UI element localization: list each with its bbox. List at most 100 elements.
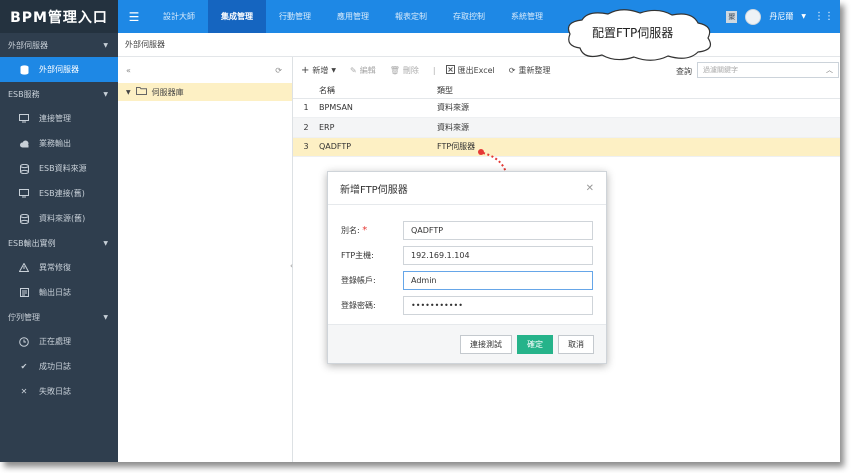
- delete-button[interactable]: 🗑 刪除: [390, 65, 419, 76]
- cell-name: QADFTP: [319, 137, 437, 157]
- avatar[interactable]: [745, 8, 762, 25]
- edit-button[interactable]: ✎ 編輯: [350, 65, 376, 76]
- table-row-selected[interactable]: 3 QADFTP FTP伺服器: [293, 137, 840, 157]
- login-password-field[interactable]: •••••••••••: [403, 296, 593, 315]
- export-button-label: 匯出Excel: [457, 65, 495, 75]
- row-number: 1: [293, 98, 319, 118]
- plus-icon: +: [301, 64, 310, 76]
- table-header-row: 名稱 類型: [293, 83, 840, 99]
- warning-icon: [18, 263, 30, 272]
- tab-system-mgmt[interactable]: 系統管理: [498, 0, 556, 33]
- cell-type: 資料來源: [437, 117, 840, 138]
- sidebar-item-processing[interactable]: 正在處理: [0, 329, 118, 354]
- tab-mobile-mgmt[interactable]: 行動管理: [266, 0, 324, 33]
- toolbar-separator: |: [432, 65, 436, 75]
- caret-down-icon[interactable]: ▼: [801, 13, 806, 20]
- sidebar-item-label: ESB資料來源: [39, 164, 87, 173]
- pencil-icon: ✎: [350, 65, 357, 75]
- user-area: 聚 丹尼爾 ▼ ⋮⋮: [726, 0, 840, 33]
- form-row-account: 登錄帳戶: Admin: [328, 268, 606, 293]
- row-number: 2: [293, 117, 319, 138]
- tree-node-root[interactable]: ▼ 伺服器庫: [118, 83, 292, 101]
- sidebar-item-output-log[interactable]: 輸出日誌: [0, 280, 118, 305]
- sidebar-group-queue[interactable]: 佇列管理 ▼: [0, 305, 118, 329]
- caret-down-icon[interactable]: ▼: [126, 89, 131, 96]
- sidebar-item-label: 連接管理: [39, 114, 71, 123]
- tab-application-mgmt[interactable]: 應用管理: [324, 0, 382, 33]
- column-header-type[interactable]: 類型: [437, 83, 840, 99]
- form-row-password: 登錄密碼: •••••••••••: [328, 293, 606, 318]
- tab-report-custom[interactable]: 報表定制: [382, 0, 440, 33]
- sidebar-group-label: ESB輸出實例: [8, 238, 56, 248]
- cancel-button[interactable]: 取消: [558, 334, 594, 354]
- dialog-body: 別名: * QADFTP FTP主機: 192.169.1.104 登錄帳戶: …: [328, 205, 606, 318]
- sidebar-group-esb-output[interactable]: ESB輸出實例 ▼: [0, 231, 118, 255]
- collapse-panel-icon[interactable]: «: [126, 66, 131, 75]
- caret-down-icon: ▼: [331, 66, 337, 74]
- sidebar-item-esb-connection-old[interactable]: ESB連接(舊): [0, 181, 118, 206]
- add-button-label: 新增: [312, 65, 329, 75]
- sidebar-item-external-server[interactable]: 外部伺服器: [0, 57, 118, 82]
- sidebar-group-external-servers[interactable]: 外部伺服器 ▼: [0, 33, 118, 57]
- alias-field[interactable]: QADFTP: [403, 221, 593, 240]
- export-excel-button[interactable]: 匯出Excel: [445, 64, 495, 76]
- notice-badge[interactable]: 聚: [726, 10, 738, 23]
- grid-menu-icon[interactable]: ⋮⋮: [814, 11, 834, 22]
- required-mark: *: [362, 225, 368, 236]
- login-account-field[interactable]: Admin: [403, 271, 593, 290]
- clock-icon: [18, 336, 30, 347]
- tree-pane: « ⟳ ▼ 伺服器庫: [118, 57, 293, 462]
- sidebar-item-label: ESB連接(舊): [39, 189, 85, 198]
- edit-button-label: 編輯: [359, 65, 376, 75]
- ok-button[interactable]: 確定: [517, 334, 553, 354]
- log-icon: [18, 288, 30, 297]
- sidebar-item-datasource-old[interactable]: 資料來源(舊): [0, 206, 118, 231]
- column-header-name[interactable]: 名稱: [319, 83, 437, 99]
- sidebar-item-business-output[interactable]: 業務輸出: [0, 131, 118, 156]
- refresh-icon[interactable]: ⟳: [275, 66, 282, 75]
- sidebar-item-esb-datasource[interactable]: ESB資料來源: [0, 156, 118, 181]
- sidebar-item-success-log[interactable]: ✔ 成功日誌: [0, 354, 118, 379]
- brand-title: BPM管理入口: [0, 0, 118, 33]
- form-row-host: FTP主機: 192.169.1.104: [328, 243, 606, 268]
- dialog-header: 新增FTP伺服器 ✕: [328, 172, 606, 205]
- user-name[interactable]: 丹尼爾: [769, 11, 793, 22]
- tree-toolbar: « ⟳: [118, 57, 292, 83]
- database-icon: [18, 213, 30, 224]
- cell-name: ERP: [319, 117, 437, 138]
- reset-button[interactable]: ⟳ 重新整理: [509, 65, 551, 76]
- sidebar-item-connection-mgmt[interactable]: 連接管理: [0, 106, 118, 131]
- reset-button-label: 重新整理: [518, 65, 551, 75]
- tab-design-master[interactable]: 設計大師: [150, 0, 208, 33]
- test-connection-button[interactable]: 連接測試: [460, 334, 512, 354]
- sidebar-group-esb[interactable]: ESB服務 ▼: [0, 82, 118, 106]
- sidebar: BPM管理入口 外部伺服器 ▼ 外部伺服器 ESB服務 ▼ 連接管理 業務輸出 …: [0, 0, 118, 462]
- tab-integration-mgmt[interactable]: 集成管理: [208, 0, 266, 33]
- breadcrumb: 外部伺服器: [118, 33, 840, 57]
- table-row[interactable]: 1 BPMSAN 資料來源: [293, 98, 840, 118]
- sidebar-item-label: 正在處理: [39, 337, 71, 346]
- login-account-label: 登錄帳戶:: [341, 276, 376, 285]
- sidebar-group-label: ESB服務: [8, 89, 40, 99]
- row-number-header: [293, 83, 319, 99]
- refresh-icon: ⟳: [508, 65, 516, 75]
- login-password-label: 登錄密碼:: [341, 301, 376, 310]
- tab-access-control[interactable]: 存取控制: [440, 0, 498, 33]
- hamburger-icon[interactable]: ☰: [118, 10, 150, 24]
- form-row-alias: 別名: * QADFTP: [328, 218, 606, 243]
- caret-down-icon: ▼: [103, 41, 108, 49]
- sidebar-item-failure-log[interactable]: ✕ 失敗日誌: [0, 379, 118, 404]
- cloud-icon: [18, 140, 30, 148]
- alias-label-text: 別名:: [341, 226, 360, 235]
- excel-icon: [445, 64, 455, 76]
- table-row[interactable]: 2 ERP 資料來源: [293, 117, 840, 138]
- ftp-host-field[interactable]: 192.169.1.104: [403, 246, 593, 265]
- sidebar-item-exception-repair[interactable]: 異常修復: [0, 255, 118, 280]
- caret-down-icon: ▼: [103, 313, 108, 321]
- server-table: 名稱 類型 1 BPMSAN 資料來源 2 ERP 資料來源 3 QADFTP: [293, 83, 840, 157]
- top-navbar: ☰ 設計大師 集成管理 行動管理 應用管理 報表定制 存取控制 系統管理 聚 丹…: [118, 0, 840, 33]
- search-input[interactable]: 過濾關鍵字 ︿: [697, 62, 839, 78]
- chevron-up-icon[interactable]: ︿: [826, 65, 833, 75]
- close-icon[interactable]: ✕: [586, 183, 594, 194]
- add-button[interactable]: + 新增 ▼: [301, 65, 336, 76]
